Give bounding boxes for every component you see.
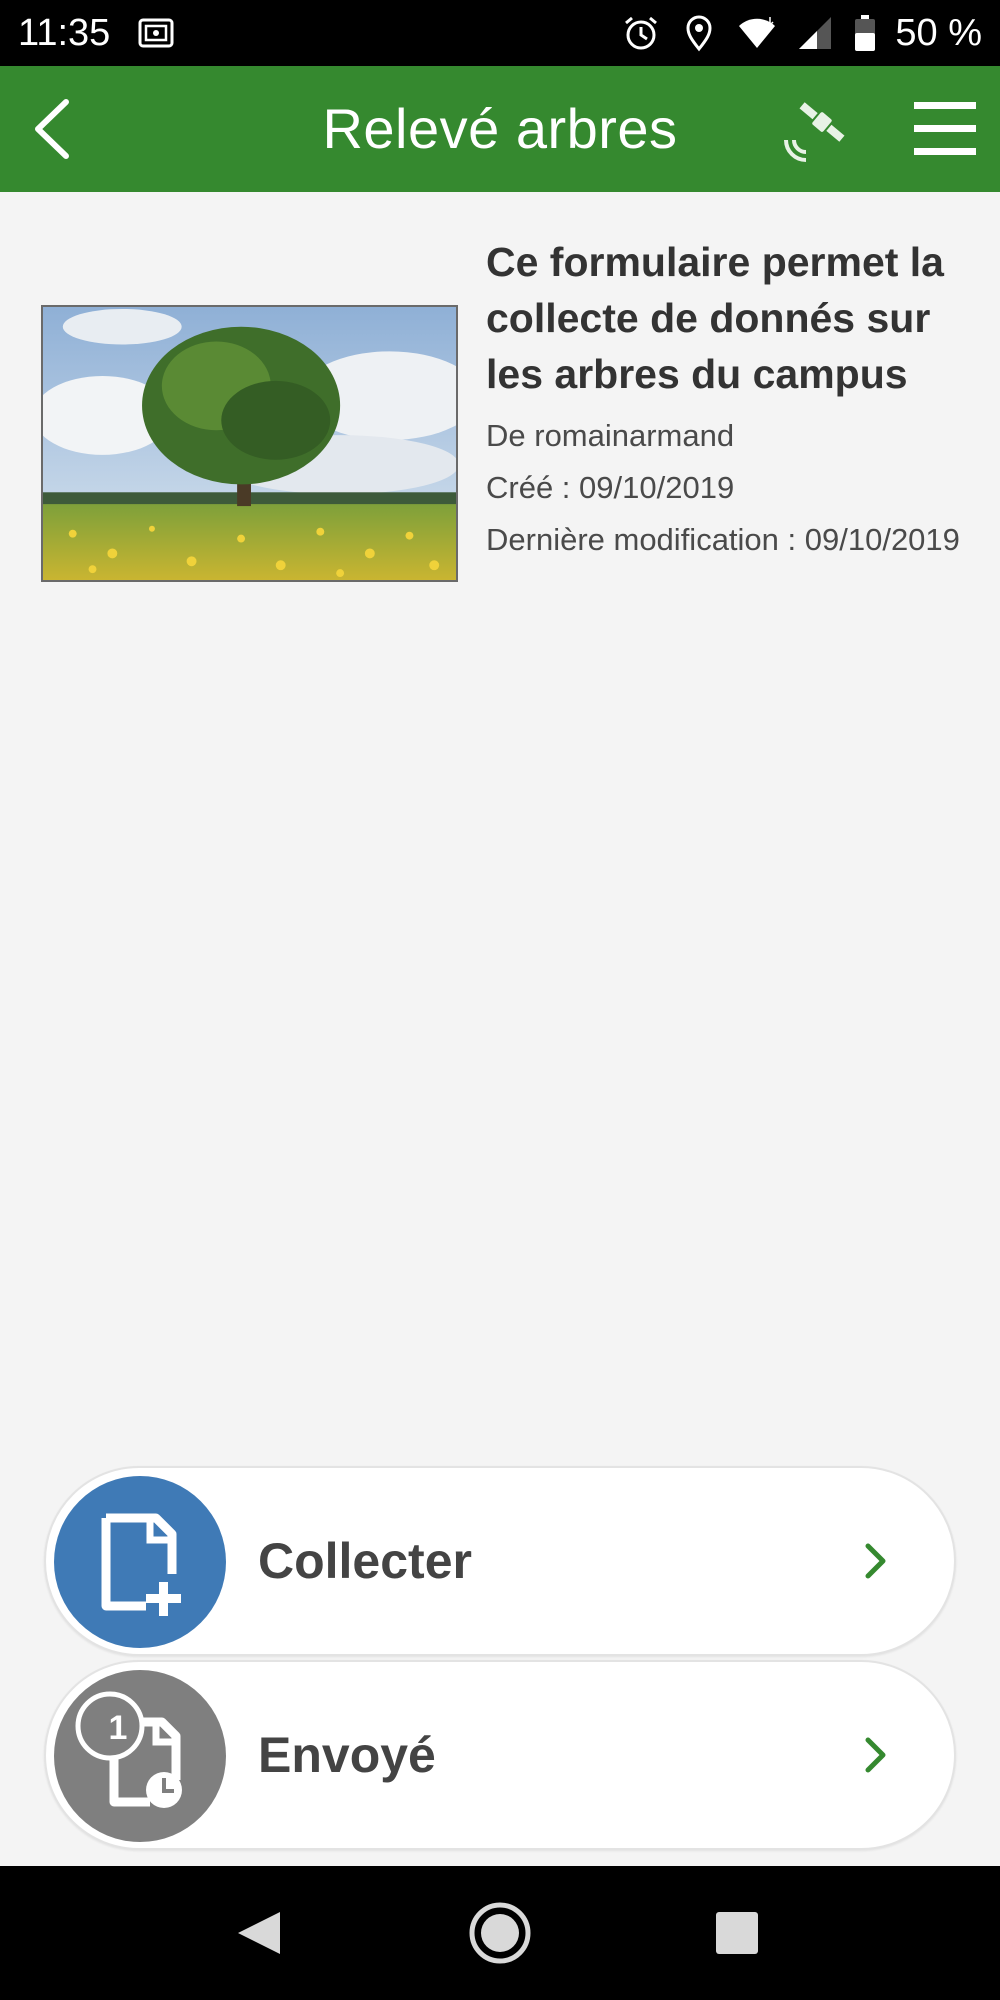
home-circle-icon[interactable] bbox=[463, 1896, 537, 1970]
navigation-bar bbox=[0, 1866, 1000, 2000]
back-triangle-icon[interactable] bbox=[222, 1896, 296, 1970]
sent-count-badge: 1 bbox=[108, 1709, 128, 1747]
status-time: 11:35 bbox=[18, 11, 111, 54]
location-icon bbox=[679, 13, 719, 53]
vault-icon bbox=[136, 13, 176, 53]
screen: 11:35 50 % Relevé arbres Ce formulaire p… bbox=[0, 0, 1000, 2000]
battery-icon bbox=[853, 13, 877, 53]
wifi-icon bbox=[737, 13, 777, 53]
sent-label: Envoyé bbox=[258, 1727, 436, 1783]
status-bar: 11:35 50 % bbox=[0, 0, 1000, 66]
recents-square-icon[interactable] bbox=[700, 1896, 774, 1970]
survey-created-date: Créé : 09/10/2019 bbox=[486, 470, 735, 505]
chevron-right-icon bbox=[854, 1540, 896, 1582]
hamburger-menu-icon[interactable] bbox=[912, 96, 978, 162]
app-bar: Relevé arbres bbox=[0, 66, 1000, 192]
survey-author: De romainarmand bbox=[486, 418, 735, 453]
survey-info: Ce formulaire permet la collecte de donn… bbox=[486, 234, 966, 560]
tree-in-meadow-image bbox=[41, 305, 458, 582]
signal-icon bbox=[795, 13, 835, 53]
chevron-right-icon bbox=[854, 1734, 896, 1776]
alarm-icon bbox=[621, 13, 661, 53]
new-form-icon bbox=[54, 1476, 226, 1648]
collect-button[interactable]: Collecter bbox=[44, 1466, 956, 1656]
battery-level: 50 % bbox=[895, 11, 982, 54]
survey-description: Ce formulaire permet la collecte de donn… bbox=[486, 239, 944, 397]
collect-label: Collecter bbox=[258, 1533, 472, 1589]
survey-modified-date: Dernière modification : 09/10/2019 bbox=[486, 522, 960, 557]
sent-button[interactable]: 1 Envoyé bbox=[44, 1660, 956, 1850]
satellite-icon[interactable] bbox=[778, 92, 854, 168]
sent-forms-icon: 1 bbox=[54, 1670, 226, 1842]
